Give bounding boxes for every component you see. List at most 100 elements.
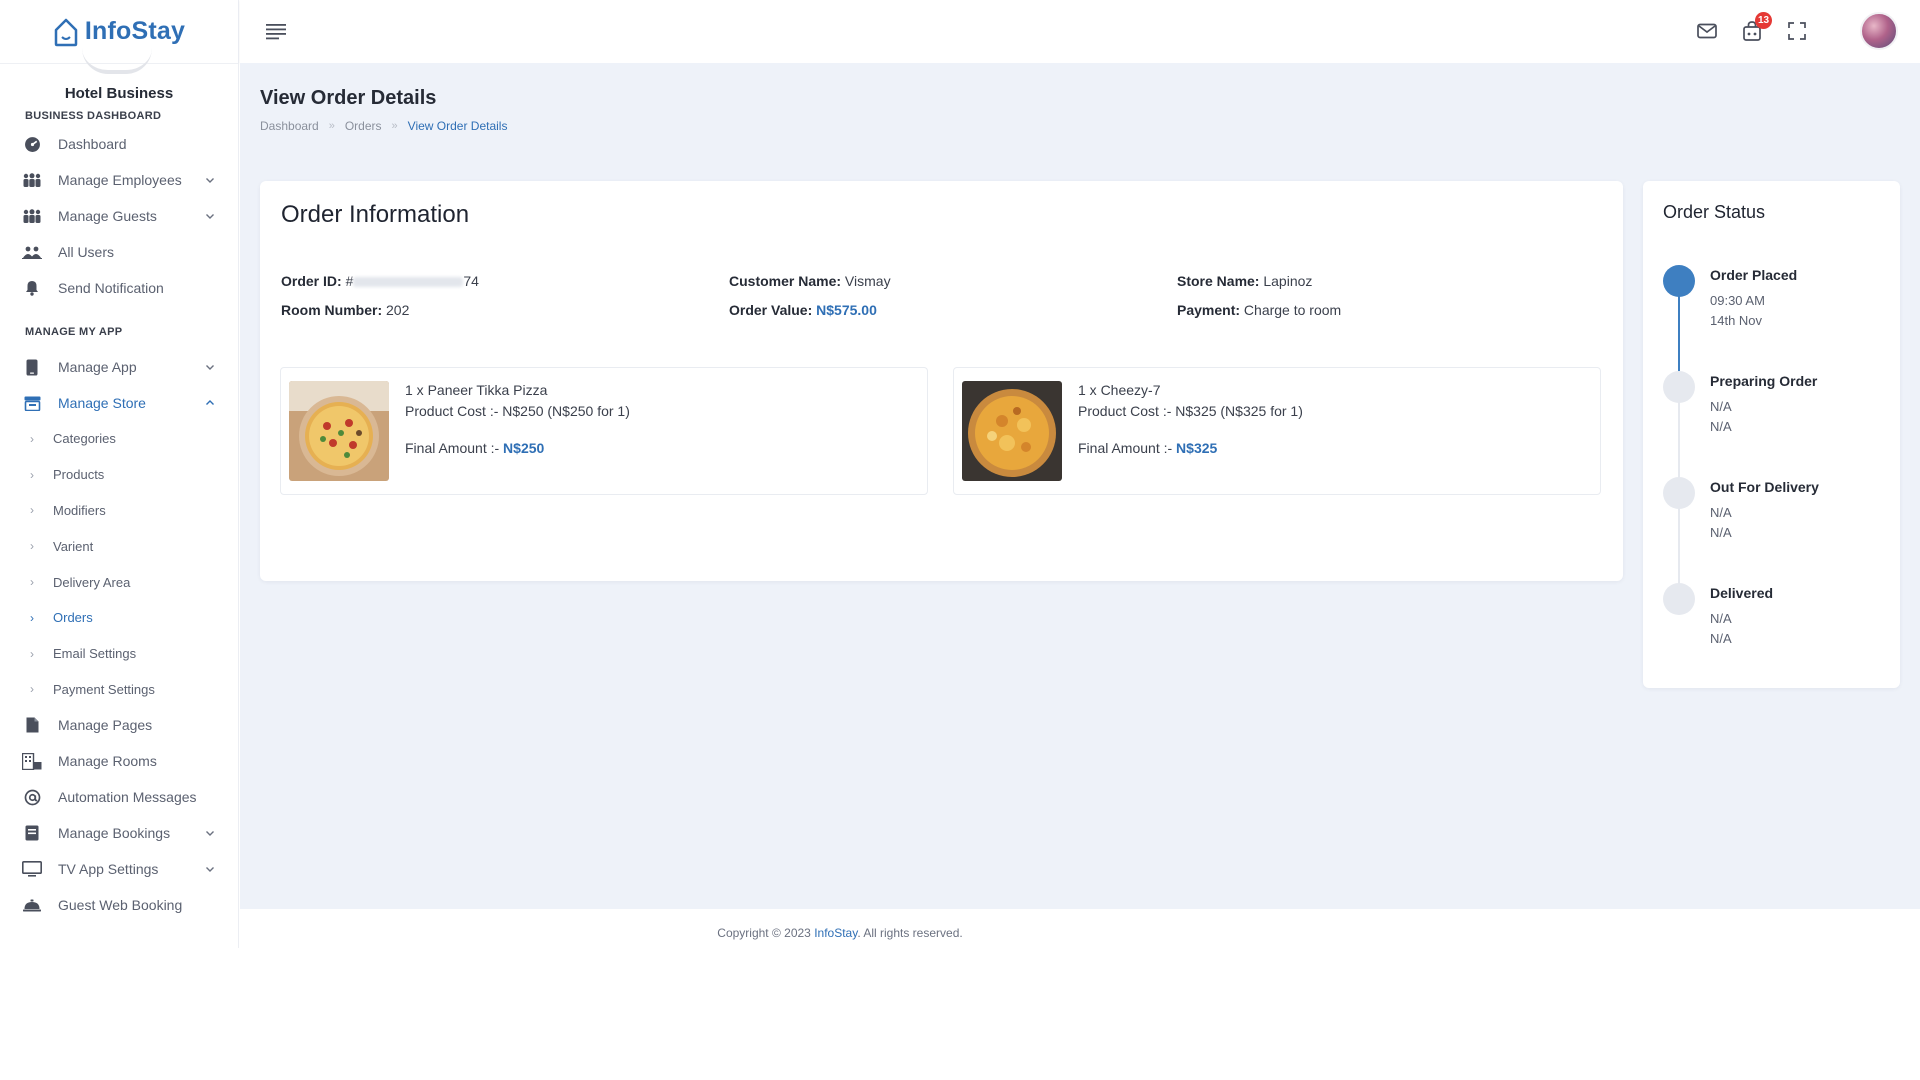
file-icon bbox=[22, 715, 42, 735]
topbar-actions: 13 bbox=[1680, 0, 1920, 63]
sidebar-item-guest-web-booking[interactable]: Guest Web Booking bbox=[0, 887, 238, 923]
status-step-date: N/A bbox=[1710, 631, 1732, 646]
sidebar-subitem-label: Email Settings bbox=[53, 646, 137, 662]
sidebar-subitem-email-settings[interactable]: › Email Settings bbox=[0, 636, 238, 672]
status-dot-done bbox=[1663, 265, 1695, 297]
sidebar-subitem-payment-settings[interactable]: › Payment Settings bbox=[0, 672, 238, 708]
footer-brand-link[interactable]: InfoStay bbox=[814, 926, 857, 940]
final-amount-value: N$325 bbox=[1176, 440, 1218, 456]
mail-button[interactable] bbox=[1696, 20, 1720, 44]
sidebar-item-label: Guest Web Booking bbox=[58, 897, 183, 914]
sidebar-subitem-orders[interactable]: › Orders bbox=[0, 600, 238, 636]
breadcrumb: Dashboard » Orders » View Order Details bbox=[260, 119, 507, 133]
sidebar-item-send-notification[interactable]: Send Notification bbox=[0, 270, 238, 306]
order-information-heading: Order Information bbox=[281, 201, 470, 228]
breadcrumb-orders[interactable]: Orders bbox=[345, 119, 382, 133]
sidebar-item-manage-store[interactable]: Manage Store bbox=[0, 385, 238, 421]
sidebar-subitem-modifiers[interactable]: › Modifiers bbox=[0, 493, 238, 529]
final-amount-label: Final Amount :- bbox=[1078, 440, 1173, 456]
chevron-right-icon: › bbox=[30, 610, 34, 625]
chevron-down-icon bbox=[206, 365, 214, 370]
order-status-card: Order Status Order Placed 09:30 AM 14th … bbox=[1643, 181, 1900, 688]
sidebar-subitem-label: Payment Settings bbox=[53, 681, 155, 697]
sidebar-item-manage-guests[interactable]: Manage Guests bbox=[0, 198, 238, 234]
room-number-value: 202 bbox=[386, 302, 410, 318]
sidebar-subitem-label: Modifiers bbox=[53, 502, 106, 518]
sidebar-subitem-varient[interactable]: › Varient bbox=[0, 528, 238, 564]
hamburger-icon bbox=[266, 24, 286, 40]
user-avatar[interactable] bbox=[1860, 12, 1898, 50]
order-value-label: Order Value: bbox=[729, 302, 813, 318]
page-title: View Order Details bbox=[260, 87, 437, 109]
sidebar-subitem-label: Categories bbox=[53, 431, 116, 447]
main-content: View Order Details Dashboard » Orders » … bbox=[240, 63, 1920, 909]
sidebar-item-manage-rooms[interactable]: Manage Rooms bbox=[0, 743, 238, 779]
order-id-redacted bbox=[353, 277, 464, 288]
sidebar-item-all-users[interactable]: All Users bbox=[0, 234, 238, 270]
chevron-down-icon bbox=[206, 214, 214, 219]
users-group-icon bbox=[22, 206, 42, 226]
sidebar-item-label: Manage Guests bbox=[58, 208, 157, 224]
sidebar-subitem-categories[interactable]: › Categories bbox=[0, 421, 238, 457]
sidebar-item-manage-bookings[interactable]: Manage Bookings bbox=[0, 815, 238, 851]
cart-count-badge: 13 bbox=[1755, 12, 1773, 29]
fullscreen-button[interactable] bbox=[1786, 20, 1810, 44]
breadcrumb-separator: » bbox=[391, 120, 398, 132]
sidebar-item-manage-pages[interactable]: Manage Pages bbox=[0, 707, 238, 743]
order-information-card: Order Information Order ID: #74 Room Num… bbox=[260, 181, 1623, 581]
payment-label: Payment: bbox=[1177, 302, 1241, 318]
sidebar-item-dashboard[interactable]: Dashboard bbox=[0, 126, 238, 162]
sidebar-item-manage-app[interactable]: Manage App bbox=[0, 349, 238, 385]
chevron-right-icon: › bbox=[30, 575, 34, 590]
store-submenu: › Categories › Products › Modifiers › Va… bbox=[0, 421, 238, 707]
house-logo-icon bbox=[54, 18, 78, 46]
final-amount-value: N$250 bbox=[503, 440, 545, 456]
chevron-down-icon bbox=[206, 831, 214, 837]
fullscreen-icon bbox=[1788, 22, 1806, 40]
section-title-business: BUSINESS DASHBOARD bbox=[25, 110, 162, 122]
status-dot-pending bbox=[1663, 477, 1695, 509]
copyright-text: Copyright © 2023 InfoStay. All rights re… bbox=[240, 926, 1440, 940]
bell-icon bbox=[22, 278, 42, 298]
sidebar-subitem-products[interactable]: › Products bbox=[0, 457, 238, 493]
order-item-final: Final Amount :- N$325 bbox=[1078, 438, 1303, 459]
business-name: Hotel Business bbox=[64, 85, 174, 102]
order-status-heading: Order Status bbox=[1663, 202, 1766, 222]
customer-name-label: Customer Name: bbox=[729, 273, 842, 289]
order-item-details: 1 x Paneer Tikka Pizza Product Cost :- N… bbox=[405, 380, 630, 459]
sidebar-item-manage-employees[interactable]: Manage Employees bbox=[0, 162, 238, 198]
sidebar-item-automation-messages[interactable]: Automation Messages bbox=[0, 779, 238, 815]
bell-concierge-icon bbox=[22, 895, 42, 915]
room-number-label: Room Number: bbox=[281, 302, 383, 318]
payment: Payment: Charge to room bbox=[1177, 302, 1341, 318]
breadcrumb-current: View Order Details bbox=[407, 119, 508, 133]
sidebar-item-label: Send Notification bbox=[58, 280, 164, 296]
order-item: 1 x Cheezy-7 Product Cost :- N$325 (N$32… bbox=[953, 367, 1601, 495]
monitor-icon bbox=[22, 859, 42, 879]
nav-business: Dashboard Manage Employees Manage Guests bbox=[0, 126, 238, 306]
sidebar-item-label: Dashboard bbox=[58, 136, 127, 152]
product-image bbox=[962, 381, 1062, 481]
sidebar-item-label: Automation Messages bbox=[58, 789, 197, 806]
brand-decoration bbox=[82, 48, 152, 74]
brand-name: InfoStay bbox=[84, 17, 186, 45]
status-step-time: N/A bbox=[1710, 505, 1732, 520]
book-icon bbox=[22, 823, 42, 843]
cart-button[interactable]: 13 bbox=[1741, 12, 1773, 44]
sidebar-item-label: Manage Rooms bbox=[58, 753, 157, 770]
status-dot-pending bbox=[1663, 583, 1695, 615]
breadcrumb-dashboard[interactable]: Dashboard bbox=[260, 119, 319, 133]
status-step-date: 14th Nov bbox=[1710, 313, 1763, 328]
sidebar-item-label: Manage App bbox=[58, 359, 137, 375]
order-id-suffix: 74 bbox=[463, 273, 479, 289]
sidebar-subitem-delivery-area[interactable]: › Delivery Area bbox=[0, 564, 238, 600]
copyright-prefix: Copyright © 2023 bbox=[717, 926, 815, 940]
product-image bbox=[289, 381, 389, 481]
nav-app: Manage App Manage Store bbox=[0, 349, 238, 421]
sidebar-item-label: Manage Pages bbox=[58, 717, 153, 734]
dashboard-icon bbox=[22, 134, 42, 154]
sidebar-item-tv-app-settings[interactable]: TV App Settings bbox=[0, 851, 238, 887]
menu-toggle-button[interactable] bbox=[264, 20, 288, 44]
copyright-suffix: . All rights reserved. bbox=[857, 926, 963, 940]
brand-logo[interactable]: InfoStay bbox=[0, 0, 238, 74]
